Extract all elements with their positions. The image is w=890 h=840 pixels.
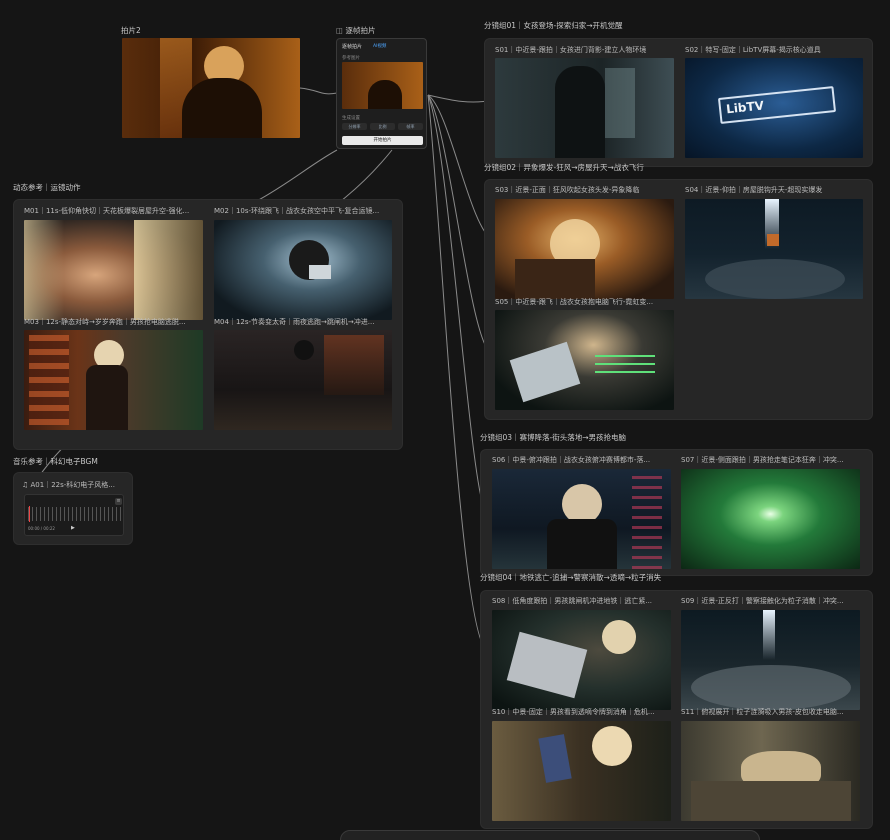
option-resolution[interactable]: 分辨率 bbox=[342, 123, 367, 130]
photo-node-image[interactable] bbox=[122, 38, 300, 138]
motion-thumb-m03[interactable] bbox=[24, 330, 203, 430]
shot-caption: S01｜中近景-跟拍｜女孩进门背影-建立人物环境 bbox=[495, 46, 647, 54]
motion-thumb-m01[interactable] bbox=[24, 220, 203, 320]
storyboard-group-03[interactable]: S06｜中景-俯冲跟拍｜战衣女孩俯冲赛博都市-落... S07｜近景-侧面跟拍｜… bbox=[480, 449, 873, 576]
motion-group-panel[interactable]: M01｜11s-低仰角快切｜天花板爆裂居屋升空-强化... M02｜10s-环绕… bbox=[13, 199, 403, 450]
shot-caption: S11｜俯视展开｜粒子涟漪吸入男孩-皮包收走电脑... bbox=[681, 708, 844, 716]
shot-caption: S09｜近景-正反打｜警察接触化为粒子消散｜冲突... bbox=[681, 597, 844, 605]
option-framerate[interactable]: 帧率 bbox=[398, 123, 423, 130]
keyframe-inner-title: 逐帧拍片 bbox=[342, 44, 363, 50]
params-label: 生成设置 bbox=[342, 116, 360, 121]
workflow-canvas[interactable]: 拍片2 ◫ 逐帧拍片 逐帧拍片 AI视频 参考图片 生成设置 分辨率 比例 帧率… bbox=[0, 0, 890, 840]
generate-button[interactable]: 开始拍片 bbox=[342, 136, 423, 145]
motion-item-caption: M04｜12s-节奏变太奇｜雨夜逃跑→跳闸机→冲进... bbox=[214, 318, 375, 326]
motion-item-caption: M01｜11s-低仰角快切｜天花板爆裂居屋升空-强化... bbox=[24, 207, 190, 215]
upload-label: 参考图片 bbox=[342, 56, 360, 61]
motion-thumb-m02[interactable] bbox=[214, 220, 392, 320]
keyframe-node-title: ◫ 逐帧拍片 bbox=[336, 26, 376, 35]
shot-caption: S03｜近景-正面｜狂风吹起女孩头发-异象降临 bbox=[495, 186, 640, 194]
bottom-toolbar[interactable] bbox=[340, 830, 760, 840]
shot-thumb-s08[interactable] bbox=[492, 610, 671, 710]
storyboard-group-01[interactable]: S01｜中近景-跟拍｜女孩进门背影-建立人物环境 S02｜特写-固定｜LibTV… bbox=[484, 38, 873, 167]
storyboard-group-02[interactable]: S03｜近景-正面｜狂风吹起女孩头发-异象降临 S04｜近景-仰拍｜房屋脱钩升天… bbox=[484, 179, 873, 420]
music-group-panel[interactable]: ♫ A01｜22s-科幻电子风格... ≡ 00:00 / 00:22 ▶ bbox=[13, 472, 133, 545]
storyboard-group-label: 分镜组01｜女孩登场-探索归家→开机觉醒 bbox=[484, 21, 623, 30]
shot-thumb-s11[interactable] bbox=[681, 721, 860, 821]
shot-thumb-s07[interactable] bbox=[681, 469, 860, 569]
storyboard-group-label: 分镜组02｜异象爆发-狂风→房屋升天→战衣飞行 bbox=[484, 163, 644, 172]
shot-thumb-s06[interactable] bbox=[492, 469, 671, 569]
keyframe-node-panel[interactable]: 逐帧拍片 AI视频 参考图片 生成设置 分辨率 比例 帧率 开始拍片 bbox=[336, 38, 427, 149]
shot-caption: S02｜特写-固定｜LibTV屏幕-揭示核心道具 bbox=[685, 46, 821, 54]
shot-caption: S10｜中景-固定｜男孩看到透嘀令牌到消角｜危机... bbox=[492, 708, 655, 716]
music-item-caption: ♫ A01｜22s-科幻电子风格... bbox=[22, 481, 115, 489]
shot-thumb-s04[interactable] bbox=[685, 199, 863, 299]
shot-thumb-s01[interactable] bbox=[495, 58, 674, 158]
play-icon[interactable]: ▶ bbox=[71, 525, 75, 531]
keyframe-reference-image[interactable] bbox=[342, 62, 423, 109]
audio-time: 00:00 / 00:22 bbox=[28, 526, 55, 531]
shot-thumb-s03[interactable] bbox=[495, 199, 674, 299]
storyboard-group-label: 分镜组03｜赛博降落-街头落地→男孩抢电脑 bbox=[480, 433, 627, 442]
option-ratio[interactable]: 比例 bbox=[370, 123, 395, 130]
ai-badge: AI视频 bbox=[373, 44, 387, 49]
waveform[interactable] bbox=[28, 507, 122, 521]
motion-item-caption: M02｜10s-环绕跟飞｜战衣女孩空中平飞-复合运镜... bbox=[214, 207, 380, 215]
storyboard-group-04[interactable]: S08｜低角度跟拍｜男孩跳闸机冲进地铁｜逃亡紧... S09｜近景-正反打｜警察… bbox=[480, 590, 873, 829]
photo-node-label: 拍片2 bbox=[121, 26, 141, 35]
libtv-screen: LibTV bbox=[717, 86, 837, 124]
motion-group-label: 动态参考｜运镜动作 bbox=[13, 183, 81, 192]
storyboard-group-label: 分镜组04｜地铁逃亡-追捕→警察消散→透嘀→粒子消失 bbox=[480, 573, 662, 582]
shot-thumb-s02[interactable]: LibTV bbox=[685, 58, 863, 158]
motion-item-caption: M03｜12s-静态对峙→岁岁奔跑｜男孩抢电脑逃脱... bbox=[24, 318, 186, 326]
shot-thumb-s10[interactable] bbox=[492, 721, 671, 821]
shot-caption: S07｜近景-侧面跟拍｜男孩抢走笔记本狂奔｜冲突... bbox=[681, 456, 844, 464]
music-note-icon: ♫ bbox=[22, 481, 31, 489]
shot-caption: S05｜中近景-跟飞｜战衣女孩抱电脑飞行-霓虹变... bbox=[495, 298, 654, 306]
shot-thumb-s05[interactable] bbox=[495, 310, 674, 410]
audio-player[interactable]: ≡ 00:00 / 00:22 ▶ bbox=[24, 494, 124, 536]
menu-icon[interactable]: ≡ bbox=[115, 498, 122, 505]
playhead[interactable] bbox=[29, 506, 30, 522]
motion-thumb-m04[interactable] bbox=[214, 330, 392, 430]
shot-thumb-s09[interactable] bbox=[681, 610, 860, 710]
music-group-label: 音乐参考｜科幻电子BGM bbox=[13, 457, 98, 466]
shot-caption: S06｜中景-俯冲跟拍｜战衣女孩俯冲赛博都市-落... bbox=[492, 456, 651, 464]
shot-caption: S08｜低角度跟拍｜男孩跳闸机冲进地铁｜逃亡紧... bbox=[492, 597, 653, 605]
libtv-text: LibTV bbox=[725, 98, 765, 117]
shot-caption: S04｜近景-仰拍｜房屋脱钩升天-超现实爆发 bbox=[685, 186, 823, 194]
